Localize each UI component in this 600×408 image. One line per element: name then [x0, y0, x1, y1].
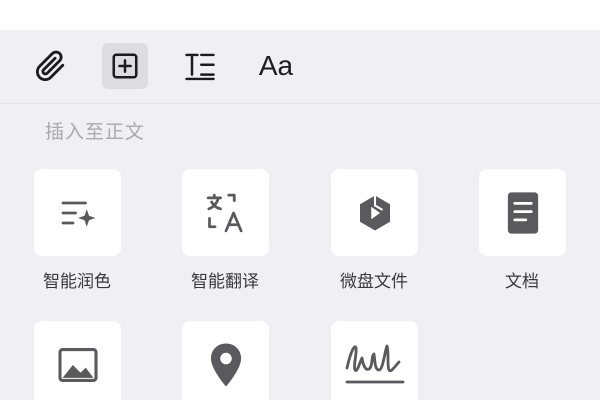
attach-button[interactable]: [27, 43, 73, 89]
section-label: 插入至正文: [45, 121, 146, 143]
smart-polish-tile[interactable]: [34, 169, 121, 256]
plus-square-icon: [112, 53, 138, 79]
signature-tile[interactable]: [331, 321, 418, 408]
sparkle-lines-icon: [61, 201, 95, 227]
cloud-disk-label: 微盘文件: [340, 272, 408, 292]
translate-icon: [206, 193, 242, 232]
text-format-icon: [185, 53, 215, 81]
cloud-disk-icon: [359, 195, 390, 230]
paperclip-icon: [35, 50, 65, 82]
top-strip: [0, 0, 600, 30]
location-tile[interactable]: [182, 321, 269, 408]
editor-toolbar: Aa: [0, 30, 600, 104]
insert-button[interactable]: [102, 43, 148, 89]
toolbar-divider: [0, 103, 600, 104]
document-tile[interactable]: [479, 169, 566, 256]
cloud-disk-tile[interactable]: [331, 169, 418, 256]
font-label: Aa: [258, 50, 294, 81]
signature-icon: [345, 344, 404, 383]
smart-translate-tile[interactable]: [182, 169, 269, 256]
location-pin-icon: [210, 342, 241, 387]
smart-translate-label: 智能翻译: [191, 272, 259, 292]
document-icon: [507, 191, 538, 234]
font-button[interactable]: Aa: [253, 43, 299, 89]
insert-panel: Aa 插入至正文 智能润色 智能翻译 微盘文件 文档: [0, 30, 600, 408]
document-label: 文档: [505, 272, 539, 292]
image-tile[interactable]: [34, 321, 121, 408]
image-icon: [57, 347, 98, 382]
text-format-button[interactable]: [177, 43, 223, 89]
smart-polish-label: 智能润色: [43, 272, 111, 292]
